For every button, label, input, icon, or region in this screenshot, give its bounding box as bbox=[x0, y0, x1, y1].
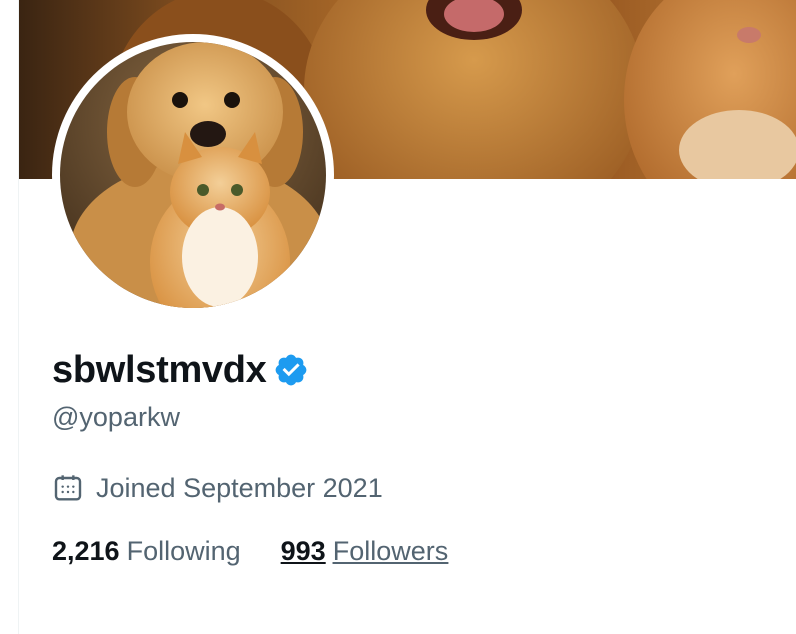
verified-badge-icon[interactable] bbox=[273, 352, 309, 388]
profile-handle: @yoparkw bbox=[52, 402, 180, 432]
follow-stats: 2,216 Following 993 Followers bbox=[52, 536, 448, 567]
display-name-row: sbwlstmvdx bbox=[52, 346, 309, 394]
followers-label: Followers bbox=[332, 536, 449, 566]
joined-date-text: Joined September 2021 bbox=[96, 472, 383, 503]
profile-avatar[interactable] bbox=[52, 34, 334, 316]
followers-link[interactable]: 993 Followers bbox=[281, 536, 449, 567]
display-name: sbwlstmvdx bbox=[52, 348, 267, 391]
calendar-icon bbox=[52, 472, 84, 504]
following-count: 2,216 bbox=[52, 536, 120, 566]
following-link[interactable]: 2,216 Following bbox=[52, 536, 241, 567]
joined-date-row: Joined September 2021 bbox=[52, 468, 383, 508]
followers-count: 993 bbox=[280, 536, 326, 566]
following-label: Following bbox=[126, 536, 241, 566]
